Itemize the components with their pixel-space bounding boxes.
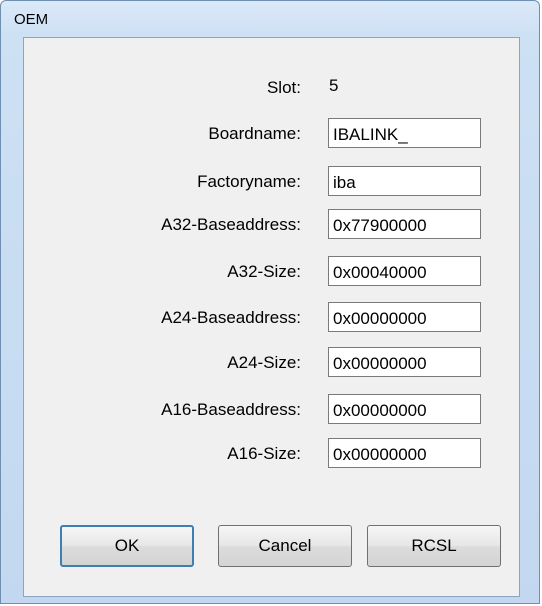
slot-value: 5 <box>329 76 339 95</box>
a32-baseaddress-row: A32-Baseaddress: <box>24 209 519 239</box>
a16-size-label: A16-Size: <box>227 444 301 463</box>
boardname-label: Boardname: <box>208 124 301 143</box>
boardname-field[interactable] <box>328 118 481 148</box>
a32-baseaddress-field[interactable] <box>328 209 481 239</box>
a24-size-label: A24-Size: <box>227 353 301 372</box>
a24-baseaddress-label: A24-Baseaddress: <box>161 308 301 327</box>
a16-baseaddress-label: A16-Baseaddress: <box>161 400 301 419</box>
dialog-client-area: Slot: 5 Boardname: Factoryname: A32-Base… <box>23 37 520 597</box>
factoryname-label: Factoryname: <box>197 172 301 191</box>
a24-baseaddress-field[interactable] <box>328 302 481 332</box>
factoryname-row: Factoryname: <box>24 166 519 196</box>
a32-size-field[interactable] <box>328 256 481 286</box>
factoryname-field[interactable] <box>328 166 481 196</box>
a24-baseaddress-row: A24-Baseaddress: <box>24 302 519 332</box>
a16-size-field[interactable] <box>328 438 481 468</box>
a24-size-row: A24-Size: <box>24 347 519 377</box>
window-title: OEM <box>14 11 49 28</box>
slot-row: Slot: 5 <box>24 72 519 102</box>
a16-baseaddress-row: A16-Baseaddress: <box>24 394 519 424</box>
ok-button[interactable]: OK <box>60 525 194 567</box>
boardname-row: Boardname: <box>24 118 519 148</box>
oem-dialog-window: OEM Slot: 5 Boardname: Factoryname: A32-… <box>0 0 540 604</box>
a32-size-row: A32-Size: <box>24 256 519 286</box>
a32-size-label: A32-Size: <box>227 262 301 281</box>
a16-baseaddress-field[interactable] <box>328 394 481 424</box>
cancel-button[interactable]: Cancel <box>218 525 352 567</box>
a32-baseaddress-label: A32-Baseaddress: <box>161 215 301 234</box>
title-bar[interactable]: OEM <box>1 1 539 33</box>
rcsl-button[interactable]: RCSL <box>367 525 501 567</box>
slot-label: Slot: <box>266 78 301 97</box>
a24-size-field[interactable] <box>328 347 481 377</box>
a16-size-row: A16-Size: <box>24 438 519 468</box>
